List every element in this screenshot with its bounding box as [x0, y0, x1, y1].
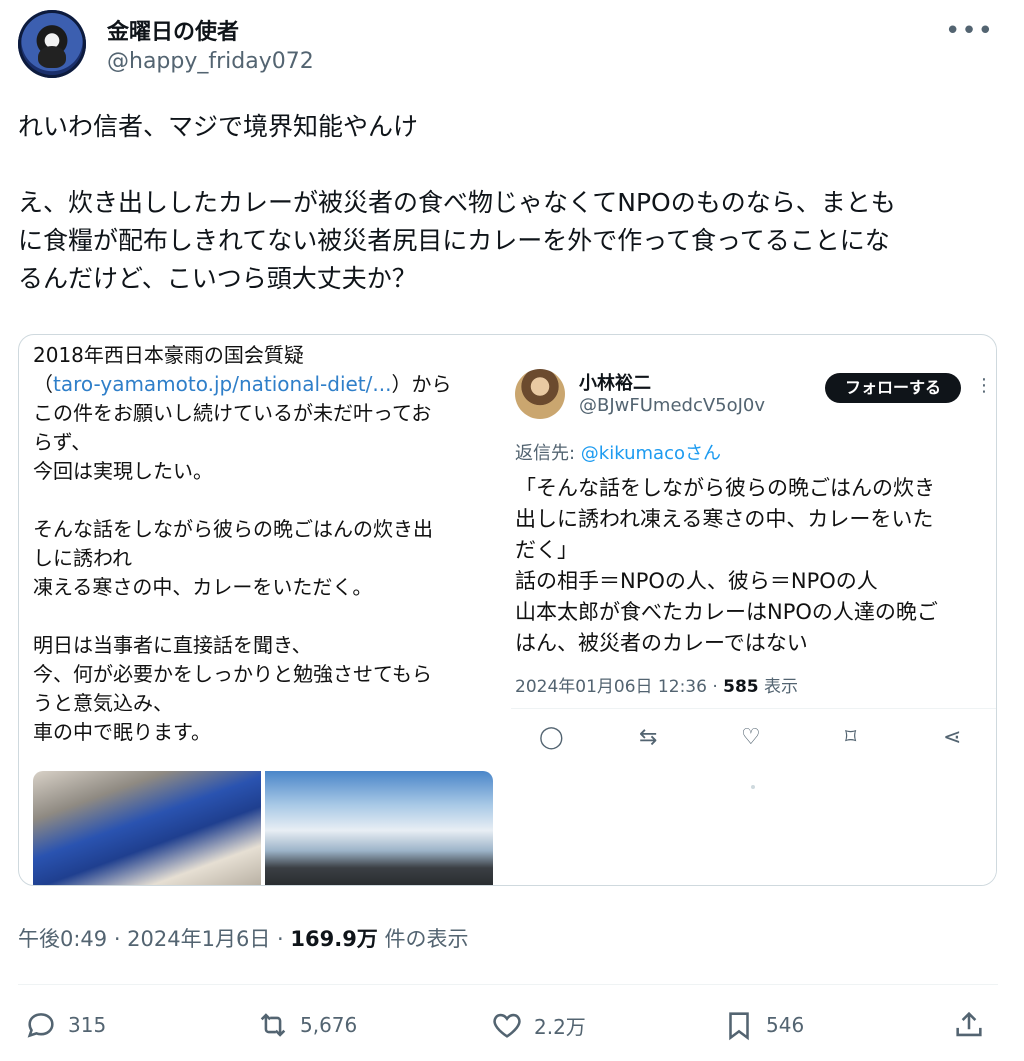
like-button[interactable]: 2.2万 — [490, 1008, 586, 1042]
reply-count: 315 — [68, 1013, 107, 1037]
tweet-line: え、炊き出ししたカレーが被災者の食べ物じゃなくてNPOのものなら、まとも — [18, 188, 896, 217]
reply-line: だく」 — [515, 538, 578, 562]
action-bar: 315 5,676 2.2万 546 — [0, 1008, 1024, 1048]
text-line: 今回は実現したい。 — [33, 459, 213, 483]
diet-link: taro-yamamoto.jp/national-diet/... — [53, 372, 392, 396]
more-horizontal-icon[interactable]: ••• — [945, 16, 994, 46]
bookmark-icon — [729, 1012, 749, 1041]
reply-icon — [27, 1013, 54, 1038]
paren-open: （ — [33, 372, 53, 396]
tweet-line: るんだけど、こいつら頭大丈夫か？ — [18, 264, 417, 293]
share-icon — [956, 1011, 982, 1037]
repost-button[interactable]: 5,676 — [256, 1008, 357, 1042]
bookmark-icon: ⌑ — [845, 725, 857, 750]
page-indicator-dot — [751, 785, 755, 789]
reply-views-label: 表示 — [758, 677, 799, 697]
divider — [511, 708, 996, 709]
repost-icon: ⇆ — [639, 725, 658, 750]
reply-author-name: 小林裕二 — [579, 373, 651, 394]
car-interior-photo — [33, 771, 261, 885]
attached-image[interactable]: 2018年西日本豪雨の国会質疑 （taro-yamamoto.jp/nation… — [18, 334, 997, 886]
text-line: らず、 — [33, 430, 92, 454]
timestamp-time: 午後0:49 · 2024年1月6日 · — [18, 927, 291, 951]
more-vertical-icon: ⋮ — [975, 375, 993, 396]
tweet-timestamp: 午後0:49 · 2024年1月6日 · 169.9万 件の表示 — [18, 923, 469, 953]
like-count: 2.2万 — [534, 1014, 586, 1039]
share-icon: ⋖ — [943, 725, 962, 750]
text-line: この件をお願いし続けているが未だ叶ってお — [33, 401, 432, 425]
author-display-name[interactable]: 金曜日の使者 — [107, 14, 239, 46]
reply-line: 話の相手＝NPOの人、彼ら＝NPOの人 — [515, 569, 878, 593]
text-line: 車の中で眠ります。 — [33, 720, 211, 744]
follow-button: フォローする — [825, 373, 961, 403]
reply-line: はん、被災者のカレーではない — [515, 631, 808, 655]
paren-close: ）から — [391, 372, 452, 396]
reply-icon: ◯ — [539, 725, 564, 750]
text-line: 今、何が必要かをしっかりと勉強させてもら — [33, 662, 432, 686]
reply-mention: @kikumacoさん — [580, 443, 721, 464]
heart-icon: ♡ — [741, 725, 761, 750]
text-line: （taro-yamamoto.jp/national-diet/...）から — [33, 370, 503, 399]
reply-views: 585 — [723, 677, 759, 697]
view-count: 169.9万 — [290, 927, 378, 951]
text-line: うと意気込み、 — [33, 691, 173, 715]
tweet-text: れいわ信者、マジで境界知能やんけ え、炊き出ししたカレーが被災者の食べ物じゃなく… — [18, 108, 1003, 298]
reply-to-line: 返信先: @kikumacoさん — [515, 439, 721, 465]
reply-date: 2024年01月06日 12:36 · — [515, 677, 724, 697]
reply-action-bar: ◯ ⇆ ♡ ⌑ ⋖ — [511, 725, 996, 755]
reply-author-handle: @BJwFUmedcV5oJ0v — [579, 395, 766, 416]
divider — [18, 984, 998, 985]
screenshot-left-text: 2018年西日本豪雨の国会質疑 （taro-yamamoto.jp/nation… — [33, 341, 503, 747]
coast-sky-photo — [265, 771, 493, 885]
reply-button[interactable]: 315 — [24, 1008, 106, 1042]
reply-line: 出しに誘われ凍える寒さの中、カレーをいた — [515, 507, 934, 531]
bookmark-button[interactable]: 546 — [722, 1008, 804, 1042]
reply-line: 山本太郎が食べたカレーはNPOの人達の晩ご — [515, 600, 938, 624]
tweet-line: れいわ信者、マジで境界知能やんけ — [18, 112, 419, 141]
repost-icon — [260, 1013, 286, 1037]
reply-text: 「そんな話をしながら彼らの晩ごはんの炊き 出しに誘われ凍える寒さの中、カレーをい… — [515, 473, 990, 659]
view-count-label: 件の表示 — [377, 927, 469, 951]
author-handle[interactable]: @happy_friday072 — [107, 49, 314, 74]
repost-count: 5,676 — [300, 1013, 358, 1037]
reply-prefix: 返信先: — [515, 443, 581, 464]
bookmark-count: 546 — [766, 1013, 805, 1037]
text-line: 凍える寒さの中、カレーをいただく。 — [33, 575, 373, 599]
reply-line: 「そんな話をしながら彼らの晩ごはんの炊き — [515, 476, 935, 500]
tweet-line: に食糧が配布しきれてない被災者尻目にカレーを外で作って食ってることにな — [18, 226, 890, 255]
share-button[interactable] — [952, 1008, 986, 1042]
reply-card: 小林裕二 @BJwFUmedcV5oJ0v フォローする ⋮ 返信先: @kik… — [511, 345, 996, 885]
author-avatar[interactable] — [18, 10, 86, 78]
text-line: しに誘われ — [33, 546, 132, 570]
text-line: 明日は当事者に直接話を聞き、 — [33, 633, 312, 657]
reply-meta: 2024年01月06日 12:36 · 585 表示 — [515, 672, 798, 697]
text-line: 2018年西日本豪雨の国会質疑 — [33, 343, 304, 367]
heart-icon — [493, 1013, 521, 1038]
text-line: そんな話をしながら彼らの晩ごはんの炊き出 — [33, 517, 433, 541]
reply-avatar — [515, 369, 565, 419]
